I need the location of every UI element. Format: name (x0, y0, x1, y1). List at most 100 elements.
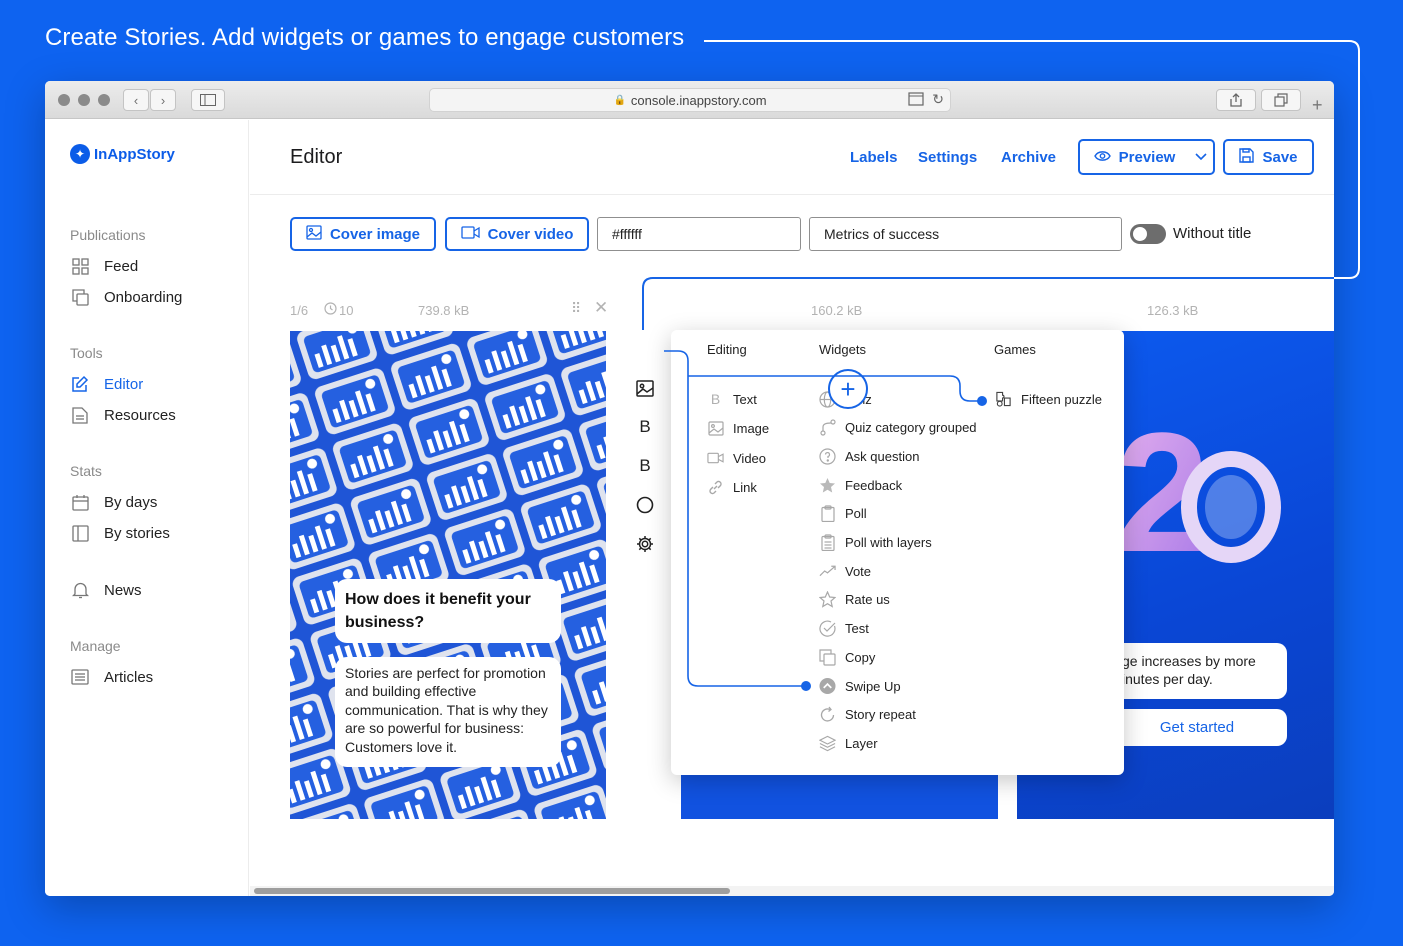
sidebar-item-by-stories[interactable]: By stories (70, 522, 170, 544)
share-icon[interactable] (1216, 89, 1256, 111)
without-title-label: Without title (1173, 225, 1252, 242)
clipboard-layers-icon (819, 534, 836, 551)
menu-item-label: Video (733, 450, 767, 466)
copy-icon (70, 287, 90, 307)
menu-item-quiz-category-grouped[interactable]: Quiz category grouped (819, 419, 977, 437)
add-element-menu: Editing Widgets Games B Text Image Video Lin… (671, 330, 1124, 775)
text-bold-tool-icon[interactable]: B (634, 416, 656, 438)
minimize-window-dot[interactable] (78, 94, 90, 106)
menu-item-label: Rate us (845, 592, 890, 608)
clock-icon (324, 302, 337, 318)
lock-icon: 🔒 (613, 94, 626, 106)
back-icon[interactable]: ‹ (123, 89, 149, 111)
bell-icon (70, 580, 90, 600)
story-title-input[interactable]: Metrics of success (809, 217, 1122, 251)
without-title-toggle[interactable] (1130, 224, 1166, 244)
sidebar-item-label: Editor (104, 375, 144, 393)
gear-icon[interactable] (634, 533, 656, 555)
games-header: Games (994, 342, 1036, 357)
cover-image-button[interactable]: Cover image (290, 217, 436, 251)
menu-item-image[interactable]: Image (707, 420, 769, 438)
sidebar-toggle-icon[interactable] (191, 89, 225, 111)
address-bar[interactable]: 🔒 console.inappstory.com ↻ (429, 88, 951, 112)
menu-item-link[interactable]: Link (707, 479, 757, 497)
menu-item-label: Vote (845, 563, 872, 579)
logo[interactable]: ✦ InAppStory (70, 144, 175, 164)
sidebar-item-label: Articles (104, 668, 154, 686)
save-button[interactable]: Save (1223, 139, 1314, 175)
sidebar-item-by-days[interactable]: By days (70, 491, 157, 513)
menu-item-feedback[interactable]: Feedback (819, 476, 902, 494)
forward-icon[interactable]: › (150, 89, 176, 111)
star-filled-icon (819, 477, 836, 494)
preview-button[interactable]: Preview (1078, 139, 1190, 175)
horizontal-scrollbar[interactable] (250, 886, 1334, 896)
menu-item-label: Test (845, 621, 869, 637)
sidebar-item-label: By stories (104, 524, 170, 542)
video-icon (707, 450, 724, 467)
drag-handle-icon[interactable]: ⠿ (571, 300, 581, 317)
sidebar-item-onboarding[interactable]: Onboarding (70, 286, 182, 308)
logo-text: InAppStory (94, 145, 175, 163)
sidebar-item-resources[interactable]: Resources (70, 404, 176, 426)
menu-item-vote[interactable]: Vote (819, 562, 871, 580)
menu-item-swipe-up[interactable]: Swipe Up (819, 677, 901, 695)
menu-item-rate-us[interactable]: Rate us (819, 591, 890, 609)
image-tool-icon[interactable] (634, 377, 656, 399)
check-circle-icon (819, 620, 836, 637)
add-element-button[interactable]: + (828, 369, 868, 409)
zoom-window-dot[interactable] (98, 94, 110, 106)
menu-item-poll[interactable]: Poll (819, 505, 867, 523)
sidebar-item-feed[interactable]: Feed (70, 255, 138, 277)
cover-video-button[interactable]: Cover video (445, 217, 589, 251)
menu-item-story-repeat[interactable]: Story repeat (819, 706, 916, 724)
menu-item-text[interactable]: B Text (707, 390, 757, 408)
get-started-button[interactable]: Get started (1107, 709, 1287, 746)
image-icon (306, 224, 322, 244)
menu-item-poll-with-layers[interactable]: Poll with layers (819, 534, 932, 552)
menu-item-layer[interactable]: Layer (819, 734, 878, 752)
archive-link[interactable]: Archive (1001, 149, 1056, 166)
answer-bubble: Stories are perfect for promotion and bu… (335, 657, 561, 767)
reload-icon[interactable]: ↻ (932, 91, 944, 108)
tabs-icon[interactable] (1261, 89, 1301, 111)
menu-item-fifteen-puzzle[interactable]: Fifteen puzzle (995, 390, 1102, 408)
repeat-icon (819, 706, 836, 723)
chevron-down-icon[interactable] (1189, 139, 1215, 175)
background-color-input[interactable]: #ffffff (597, 217, 801, 251)
circle-tool-icon[interactable] (634, 494, 656, 516)
trend-icon (819, 563, 836, 580)
edit-icon (70, 374, 90, 394)
url-text: console.inappstory.com (630, 92, 767, 108)
question-icon (819, 448, 836, 465)
page-title: Editor (290, 146, 343, 168)
menu-item-copy[interactable]: Copy (819, 648, 875, 666)
sidebar-item-label: Feed (104, 257, 139, 275)
sidebar-item-editor[interactable]: Editor (70, 373, 143, 395)
close-icon[interactable]: ✕ (594, 298, 608, 318)
section-manage: Manage (70, 638, 121, 654)
slide-size: 126.3 kB (1147, 303, 1199, 318)
story-slide-1[interactable]: How does it benefit your business? Stori… (290, 331, 606, 819)
menu-item-ask-question[interactable]: Ask question (819, 447, 919, 465)
reader-icon[interactable] (908, 92, 924, 109)
menu-item-video[interactable]: Video (707, 449, 766, 467)
sidebar: ✦ InAppStory Publications Feed Onboardin… (45, 120, 249, 896)
labels-link[interactable]: Labels (850, 149, 898, 166)
close-window-dot[interactable] (58, 94, 70, 106)
menu-item-test[interactable]: Test (819, 620, 869, 638)
sidebar-item-news[interactable]: News (70, 579, 142, 601)
cover-video-label: Cover video (487, 225, 574, 243)
new-tab-icon[interactable]: + (1312, 95, 1323, 116)
settings-link[interactable]: Settings (918, 149, 977, 166)
sidebar-item-articles[interactable]: Articles (70, 666, 153, 688)
scroll-thumb[interactable] (254, 888, 730, 894)
slide-size: 160.2 kB (811, 303, 863, 318)
headline: Create Stories. Add widgets or games to … (45, 24, 685, 51)
editing-header: Editing (707, 342, 747, 357)
logo-star-icon: ✦ (70, 144, 90, 164)
image-icon (707, 420, 724, 437)
text-tool-icon[interactable]: B (634, 455, 656, 477)
clipboard-icon (819, 505, 836, 523)
section-tools: Tools (70, 345, 103, 361)
